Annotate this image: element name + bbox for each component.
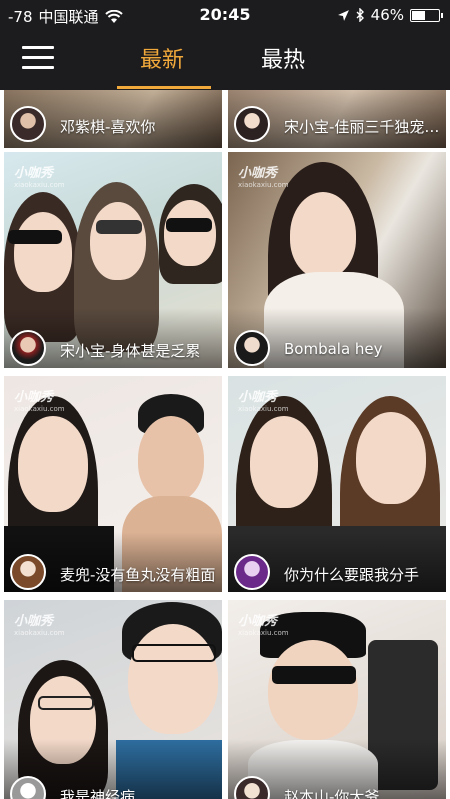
active-tab-indicator (117, 86, 211, 89)
video-card[interactable]: 小咖秀 xiaokaxiu.com 你为什么要跟我分手 (228, 376, 446, 592)
status-bar: -78 中国联通 20:45 46% (0, 0, 450, 30)
watermark: 小咖秀 xiaokaxiu.com (14, 390, 65, 413)
bluetooth-icon (356, 8, 364, 22)
battery-icon (410, 8, 443, 22)
watermark: 小咖秀 xiaokaxiu.com (238, 390, 289, 413)
location-icon (337, 9, 349, 21)
video-card[interactable]: 小咖秀 xiaokaxiu.com 宋小宝-身体甚是乏累 (4, 152, 222, 368)
video-title: 我是神经病 (60, 788, 136, 799)
menu-icon[interactable] (22, 46, 54, 70)
video-card[interactable]: 小咖秀 xiaokaxiu.com Bombala hey (228, 152, 446, 368)
video-title: 宋小宝-佳丽三千独宠你一人 (284, 118, 440, 136)
video-title: 赵本山-你大爷 (284, 788, 380, 799)
avatar (10, 554, 46, 590)
tab-latest[interactable]: 最新 (140, 42, 184, 74)
avatar (10, 106, 46, 142)
avatar (234, 106, 270, 142)
video-title: 邓紫棋-喜欢你 (60, 118, 156, 136)
video-title: 宋小宝-身体甚是乏累 (60, 342, 201, 360)
video-feed: 邓紫棋-喜欢你 宋小宝-佳丽三千独宠你一人 小咖秀xiaokaxiu.com 宋… (0, 90, 450, 799)
battery-percent: 46% (370, 6, 404, 24)
video-card[interactable]: 小咖秀 xiaokaxiu.com 我是神经病 (4, 600, 222, 799)
avatar (234, 330, 270, 366)
watermark: 小咖秀 xiaokaxiu.com (14, 166, 65, 189)
tab-hot[interactable]: 最热 (261, 42, 305, 74)
watermark: 小咖秀 xiaokaxiu.com (238, 166, 289, 189)
watermark: 小咖秀 xiaokaxiu.com (238, 614, 289, 637)
avatar (10, 330, 46, 366)
video-card[interactable]: 邓紫棋-喜欢你 (4, 90, 222, 148)
video-card[interactable]: 宋小宝-佳丽三千独宠你一人 (228, 90, 446, 148)
watermark: 小咖秀 xiaokaxiu.com (14, 614, 65, 637)
avatar (234, 554, 270, 590)
top-nav-bar: 最新 最热 (0, 30, 450, 90)
video-card[interactable]: 小咖秀 xiaokaxiu.com 麦兜-没有鱼丸没有粗面 (4, 376, 222, 592)
video-title: Bombala hey (284, 340, 383, 358)
video-card[interactable]: 小咖秀 xiaokaxiu.com 赵本山-你大爷 (228, 600, 446, 799)
video-title: 你为什么要跟我分手 (284, 566, 420, 584)
video-title: 麦兜-没有鱼丸没有粗面 (60, 566, 216, 584)
